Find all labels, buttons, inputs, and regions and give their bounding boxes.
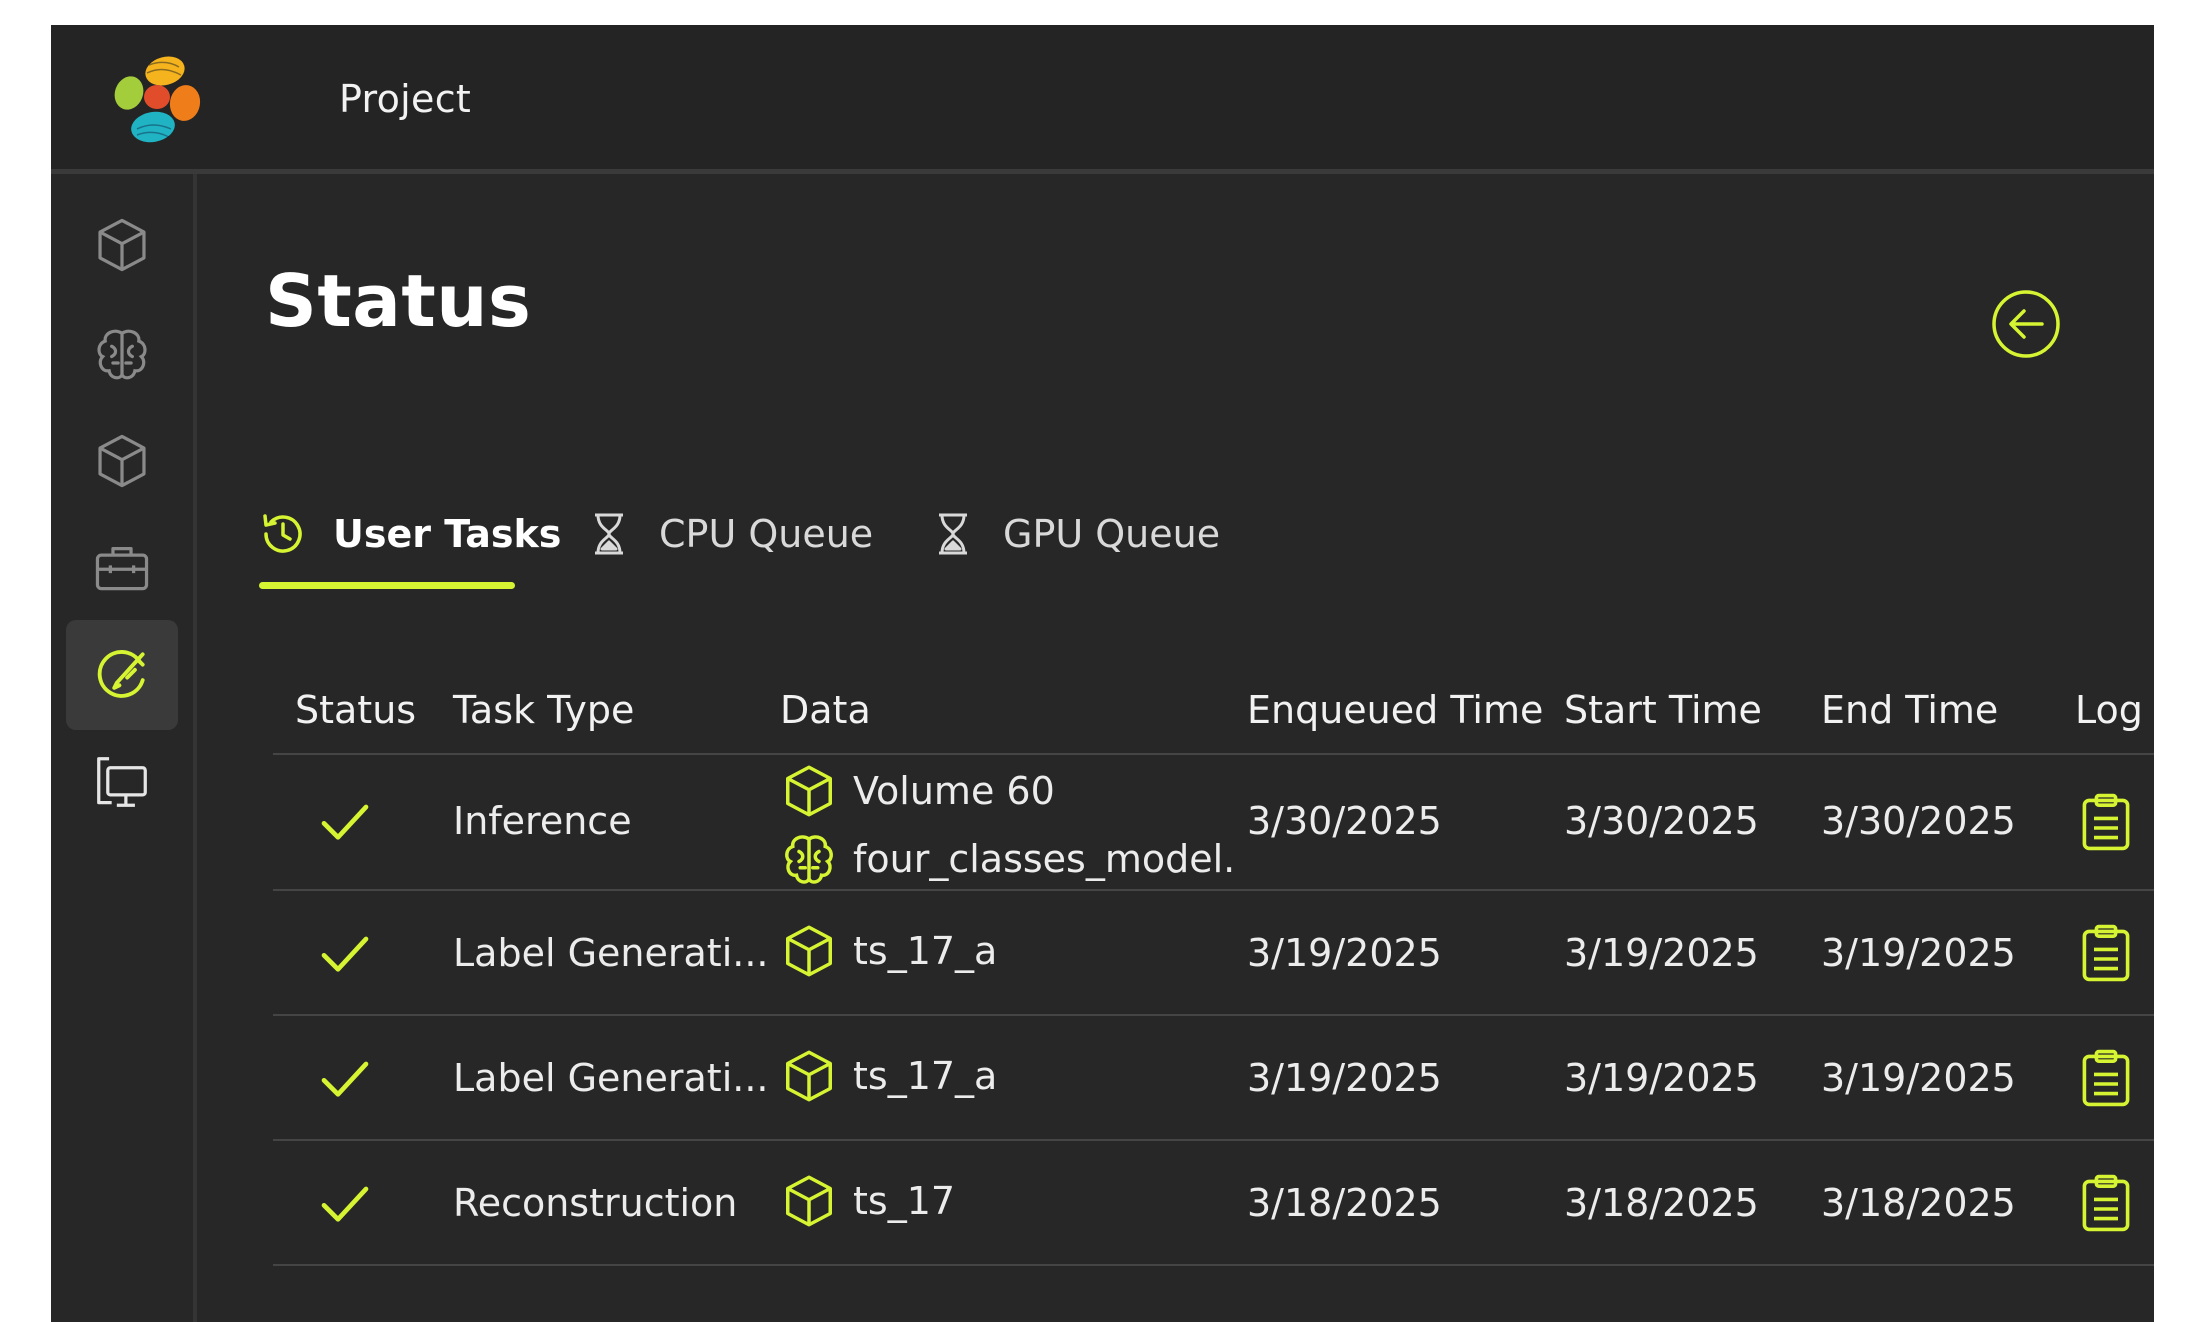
column-header-task-type[interactable]: Task Type	[453, 688, 634, 732]
clipboard-icon[interactable]	[2079, 792, 2133, 861]
tab-label: GPU Queue	[1003, 512, 1221, 556]
app-logo[interactable]	[101, 45, 211, 155]
sidebar	[51, 174, 197, 1322]
start-time: 3/19/2025	[1564, 931, 1759, 975]
data-item-volume[interactable]: ts_17_a	[779, 1046, 997, 1106]
cube-icon	[98, 434, 146, 488]
enqueued-time: 3/18/2025	[1247, 1181, 1442, 1225]
brain-icon	[97, 329, 147, 380]
status-check-icon	[317, 793, 373, 858]
brain-icon	[785, 835, 833, 884]
cube-icon	[98, 218, 146, 272]
column-header-status[interactable]: Status	[295, 688, 416, 732]
clipboard-icon[interactable]	[2079, 1173, 2133, 1242]
table-row[interactable]: Label Generati... ts_17_a 3/19/2025 3/19…	[273, 1016, 2154, 1141]
task-type: Label Generati...	[453, 1056, 769, 1100]
sidebar-item-models[interactable]	[66, 299, 178, 409]
data-label: four_classes_model.	[853, 837, 1236, 881]
arrow-left-circle-icon[interactable]	[1990, 288, 2062, 360]
hourglass-icon	[595, 513, 623, 555]
data-item-volume[interactable]: ts_17	[779, 1171, 955, 1231]
data-item-model[interactable]: four_classes_model.	[779, 829, 1235, 889]
task-type: Reconstruction	[453, 1181, 738, 1225]
toolbox-icon	[95, 547, 149, 591]
sidebar-item-volumes[interactable]	[66, 190, 178, 300]
sidebar-item-status[interactable]	[66, 620, 178, 730]
column-header-start-time[interactable]: Start Time	[1564, 688, 1762, 732]
tab-label: User Tasks	[333, 512, 562, 556]
data-label: ts_17	[853, 1179, 956, 1223]
data-label: ts_17_a	[853, 929, 998, 973]
page-title: Status	[265, 259, 532, 343]
end-time: 3/19/2025	[1821, 1056, 2016, 1100]
clipboard-icon[interactable]	[2079, 923, 2133, 992]
history-icon	[263, 514, 302, 553]
task-type: Inference	[453, 799, 632, 843]
table-header: Status Task Type Data Enqueued Time Star…	[273, 668, 2154, 755]
task-type: Label Generati...	[453, 931, 769, 975]
cube-icon	[786, 765, 832, 817]
hourglass-icon	[939, 513, 967, 555]
start-time: 3/19/2025	[1564, 1056, 1759, 1100]
start-time: 3/18/2025	[1564, 1181, 1759, 1225]
end-time: 3/18/2025	[1821, 1181, 2016, 1225]
cube-icon	[786, 1050, 832, 1102]
table-row[interactable]: Reconstruction ts_17 3/18/2025 3/18/2025…	[273, 1141, 2154, 1266]
table-row[interactable]: Label Generati... ts_17_a 3/19/2025 3/19…	[273, 891, 2154, 1016]
column-header-log[interactable]: Log	[2075, 688, 2143, 732]
tab-label: CPU Queue	[659, 512, 874, 556]
tab-user-tasks[interactable]: User Tasks	[259, 489, 561, 579]
cube-icon	[786, 1175, 832, 1227]
tab-gpu-queue[interactable]: GPU Queue	[929, 489, 1220, 579]
start-time: 3/30/2025	[1564, 799, 1759, 843]
enqueued-time: 3/19/2025	[1247, 931, 1442, 975]
top-bar: Project	[51, 25, 2154, 174]
end-time: 3/19/2025	[1821, 931, 2016, 975]
status-check-icon	[317, 1175, 373, 1240]
status-check-icon	[317, 1050, 373, 1115]
data-item-volume[interactable]: Volume 60	[779, 761, 1055, 821]
sidebar-item-remote-desktop[interactable]	[66, 727, 178, 837]
clipboard-icon[interactable]	[2079, 1048, 2133, 1117]
data-label: ts_17_a	[853, 1054, 998, 1098]
status-icon	[97, 650, 145, 698]
status-check-icon	[317, 925, 373, 990]
cube-icon	[786, 925, 832, 977]
active-tab-indicator	[259, 582, 515, 589]
enqueued-time: 3/19/2025	[1247, 1056, 1442, 1100]
project-name[interactable]: Project	[339, 77, 471, 121]
sidebar-item-tools[interactable]	[66, 513, 178, 623]
column-header-end-time[interactable]: End Time	[1821, 688, 1998, 732]
tab-cpu-queue[interactable]: CPU Queue	[585, 489, 873, 579]
monitor-copy-icon	[97, 757, 147, 807]
main-content: Status User Tasks CPU Queue GPU Queue St…	[197, 174, 2154, 1322]
app-window: Project Status User Tasks CPU Queue GPU …	[51, 25, 2154, 1322]
enqueued-time: 3/30/2025	[1247, 799, 1442, 843]
data-label: Volume 60	[853, 769, 1055, 813]
data-item-volume[interactable]: ts_17_a	[779, 921, 997, 981]
table-row[interactable]: Inference Volume 60 four_classes_model.	[273, 755, 2154, 891]
column-header-data[interactable]: Data	[780, 688, 871, 732]
sidebar-item-datasets[interactable]	[66, 406, 178, 516]
end-time: 3/30/2025	[1821, 799, 2016, 843]
column-header-enqueued-time[interactable]: Enqueued Time	[1247, 688, 1543, 732]
